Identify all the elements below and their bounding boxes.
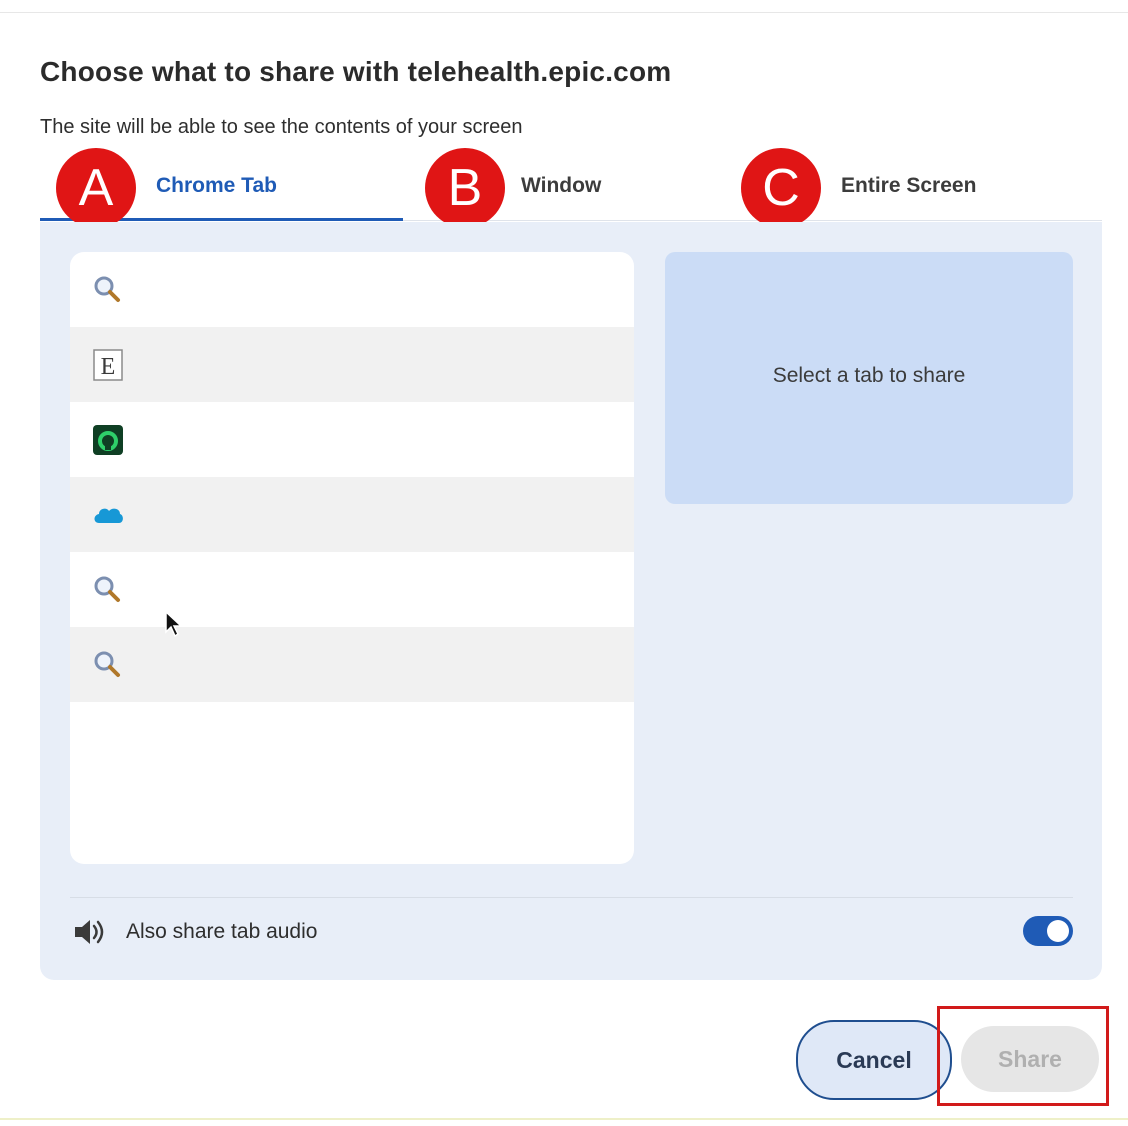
annotation-badge-a: A [56, 148, 136, 228]
audio-divider [70, 897, 1073, 898]
svg-text:E: E [101, 354, 116, 380]
annotation-badge-c: C [741, 148, 821, 228]
list-item[interactable] [70, 252, 634, 327]
search-favicon-icon [90, 572, 126, 608]
tab-entire-screen-label: Entire Screen [841, 174, 977, 197]
preview-placeholder-text: Select a tab to share [772, 364, 966, 387]
annotation-badge-b: B [425, 148, 505, 228]
source-tabs: Chrome Tab Window Entire Screen [40, 150, 1102, 222]
speaker-icon [72, 916, 108, 948]
top-divider [0, 12, 1128, 13]
list-item[interactable]: E [70, 327, 634, 402]
tab-list: E [70, 252, 634, 864]
list-item[interactable] [70, 402, 634, 477]
search-favicon-icon [90, 647, 126, 683]
epic-e-favicon-icon: E [90, 347, 126, 383]
share-dialog: Choose what to share with telehealth.epi… [0, 0, 1128, 1126]
list-item[interactable] [70, 477, 634, 552]
tab-entire-screen[interactable]: Entire Screen [841, 150, 976, 222]
tab-content-panel: E Select a tab to share Also share tab a… [40, 222, 1102, 980]
audio-toggle[interactable] [1023, 916, 1073, 946]
cancel-button[interactable]: Cancel [796, 1020, 952, 1100]
salesforce-cloud-icon [90, 497, 126, 533]
toggle-knob [1047, 920, 1069, 942]
tab-chrome-tab[interactable]: Chrome Tab [156, 150, 277, 222]
dialog-title: Choose what to share with telehealth.epi… [40, 56, 672, 87]
list-item[interactable] [70, 627, 634, 702]
audio-option: Also share tab audio [70, 912, 1073, 952]
tab-window[interactable]: Window [521, 150, 601, 222]
share-highlight-annotation [937, 1006, 1109, 1106]
tab-chrome-tab-label: Chrome Tab [156, 174, 277, 197]
green-app-favicon-icon [90, 422, 126, 458]
tab-preview: Select a tab to share [665, 252, 1073, 504]
list-item[interactable] [70, 552, 634, 627]
search-favicon-icon [90, 272, 126, 308]
dialog-subtitle: The site will be able to see the content… [40, 116, 523, 138]
audio-label: Also share tab audio [126, 920, 318, 943]
bottom-edge [0, 1118, 1128, 1120]
tab-window-label: Window [521, 174, 602, 197]
mouse-cursor-icon [164, 610, 184, 638]
